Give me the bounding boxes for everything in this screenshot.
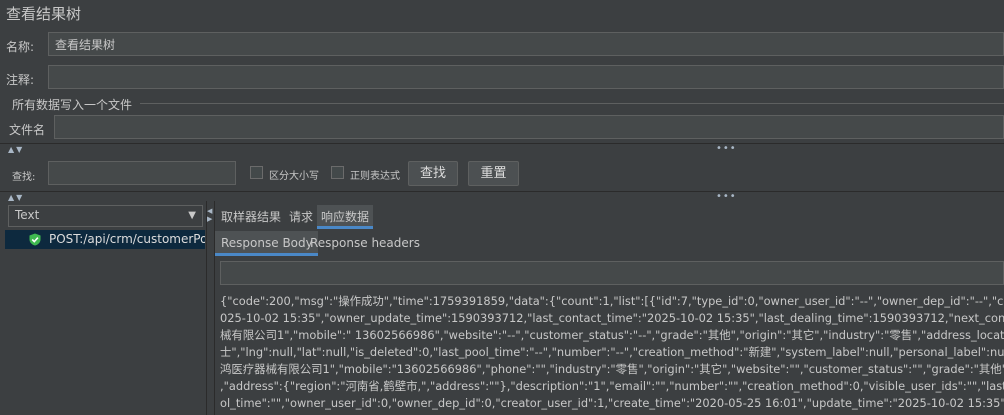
response-line: 械有限公司1","mobile":" 13602566986","website…	[220, 328, 1004, 342]
drag-handle-icon[interactable]: •••	[716, 144, 737, 154]
response-line: ,"address":{"region":"河南省,鹤壁市,","address…	[220, 379, 1004, 393]
success-shield-icon	[29, 233, 41, 246]
response-body[interactable]: {"code":200,"msg":"操作成功","time":17593918…	[216, 288, 1004, 415]
name-label: 名称:	[6, 40, 35, 54]
collapse-arrows-icon[interactable]: ▲▼	[8, 146, 24, 154]
response-line: ol_time":"","owner_user_id":0,"owner_dep…	[220, 396, 1004, 410]
search-input[interactable]	[48, 161, 236, 185]
chevron-down-icon[interactable]: ▼	[188, 210, 196, 221]
collapse-arrows-icon[interactable]: ▲▼	[8, 194, 24, 202]
renderer-selected-value: Text	[15, 208, 40, 222]
response-line: 士","lng":null,"lat":null,"is_deleted":0,…	[220, 345, 1004, 359]
comment-field[interactable]	[48, 65, 1004, 89]
case-sensitive-label: 区分大小写	[269, 171, 319, 182]
case-sensitive-checkbox[interactable]	[250, 166, 263, 179]
tab-sampler-result[interactable]: 取样器结果	[217, 208, 285, 225]
splitter-middle[interactable]	[0, 191, 1004, 200]
find-button[interactable]: 查找	[408, 161, 458, 186]
write-all-data-group-title: 所有数据写入一个文件	[12, 98, 133, 112]
search-label: 查找:	[12, 172, 36, 183]
tab-response-headers[interactable]: Response headers	[306, 236, 424, 250]
comment-label: 注释:	[6, 73, 35, 87]
drag-handle-icon[interactable]: •••	[716, 192, 737, 202]
response-line: 鸿医疗器械有限公司1","mobile":"13602566986","phon…	[220, 362, 1004, 376]
regex-label: 正则表达式	[350, 171, 400, 182]
page-title: 查看结果树	[6, 5, 82, 23]
name-field[interactable]: 查看结果树	[48, 32, 1004, 56]
splitter-top[interactable]	[0, 143, 1004, 152]
tree-item-label: POST:/api/crm/customerPool	[49, 232, 205, 246]
sub-tabs: Response Body Response headers	[215, 231, 1004, 256]
group-divider	[140, 103, 1004, 104]
response-search-input[interactable]	[220, 261, 1004, 285]
response-line: {"code":200,"msg":"操作成功","time":17593918…	[220, 294, 1004, 308]
filename-label: 文件名	[9, 123, 46, 137]
reset-button[interactable]: 重置	[468, 161, 519, 186]
main-tabs: 取样器结果 请求 响应数据	[216, 203, 1004, 229]
regex-checkbox[interactable]	[331, 166, 344, 179]
response-line: 025-10-02 15:35","owner_update_time":159…	[220, 311, 1004, 325]
renderer-select[interactable]: Text ▼	[8, 205, 203, 227]
filename-field[interactable]	[54, 115, 1004, 139]
tree-item-selected[interactable]: POST:/api/crm/customerPool	[5, 230, 205, 249]
tab-response-data[interactable]: 响应数据	[317, 205, 374, 229]
tab-response-body[interactable]: Response Body	[215, 231, 318, 256]
vertical-splitter[interactable]	[206, 201, 215, 415]
expand-left-icon[interactable]: ◀ ▶	[207, 207, 212, 223]
tab-request[interactable]: 请求	[285, 208, 317, 225]
